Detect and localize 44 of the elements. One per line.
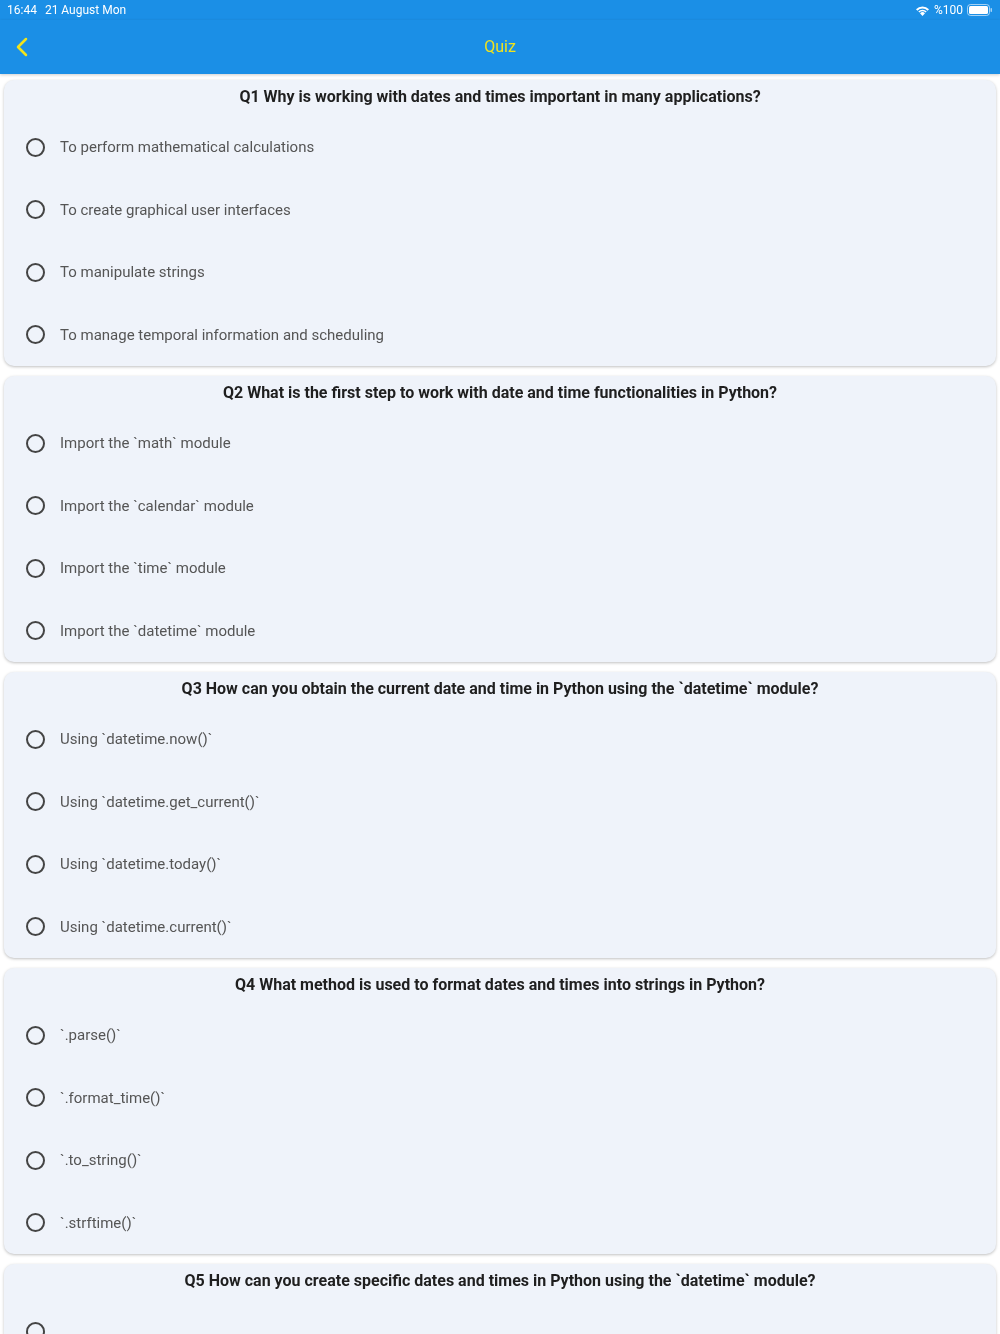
option-label[interactable]: Import the `math` module [60, 432, 231, 455]
option-label[interactable]: `.parse()` [60, 1024, 121, 1047]
battery-percent: %100 [933, 2, 963, 19]
option-label[interactable]: To manipulate strings [60, 261, 205, 284]
option-label[interactable]: Using `datetime.current()` [60, 915, 232, 938]
radio-button[interactable] [26, 917, 45, 937]
status-time: 16:44 [7, 2, 37, 19]
radio-button[interactable] [26, 1025, 45, 1045]
status-date: 21 August Mon [44, 2, 127, 19]
radio-button[interactable] [26, 792, 45, 812]
back-icon [16, 37, 28, 57]
radio-button[interactable] [26, 621, 45, 641]
battery-icon [967, 4, 993, 16]
radio-button[interactable] [26, 1150, 45, 1170]
wifi-icon [914, 4, 930, 16]
question-title: Q1 Why is working with dates and times important in many applications? [238, 87, 762, 107]
option-label[interactable]: Import the `datetime` module [60, 619, 256, 642]
radio-button[interactable] [26, 1213, 45, 1233]
option-label[interactable]: `.to_string()` [60, 1149, 142, 1172]
option-label[interactable]: To perform mathematical calculations [60, 136, 315, 159]
radio-button[interactable] [26, 496, 45, 516]
question-title: Q2 What is the first step to work with date and time functionalities in Python? [221, 383, 779, 403]
radio-button[interactable] [26, 433, 45, 453]
option-label[interactable]: `.strftime()` [60, 1211, 137, 1234]
radio-button[interactable] [26, 137, 45, 157]
radio-button[interactable] [26, 262, 45, 282]
option-label[interactable]: `.format_time()` [60, 1086, 166, 1109]
radio-button[interactable] [26, 325, 45, 345]
option-label[interactable]: Using `datetime.today()` [60, 853, 222, 876]
option-label[interactable]: Import the `calendar` module [60, 494, 254, 517]
option-label[interactable]: Using `datetime.now()` [60, 728, 213, 751]
nav-title: Quiz [484, 36, 516, 58]
option-label[interactable]: To manage temporal information and scheduling [60, 323, 385, 346]
option-label[interactable]: Import the `time` module [60, 557, 226, 580]
radio-button[interactable] [26, 729, 45, 749]
option-label[interactable]: Using `datetime.get_current()` [60, 790, 260, 813]
radio-button[interactable] [26, 1088, 45, 1108]
question-title: Q5 How can you create specific dates and times in Python using the `datetime` module? [183, 1271, 817, 1291]
radio-button[interactable] [26, 200, 45, 220]
radio-button[interactable] [26, 854, 45, 874]
option-label[interactable]: To create graphical user interfaces [60, 198, 291, 221]
question-title: Q4 What method is used to format dates and times into strings in Python? [234, 975, 766, 995]
question-title: Q3 How can you obtain the current date and time in Python using the `datetime` module? [180, 679, 820, 699]
radio-button[interactable] [26, 558, 45, 578]
